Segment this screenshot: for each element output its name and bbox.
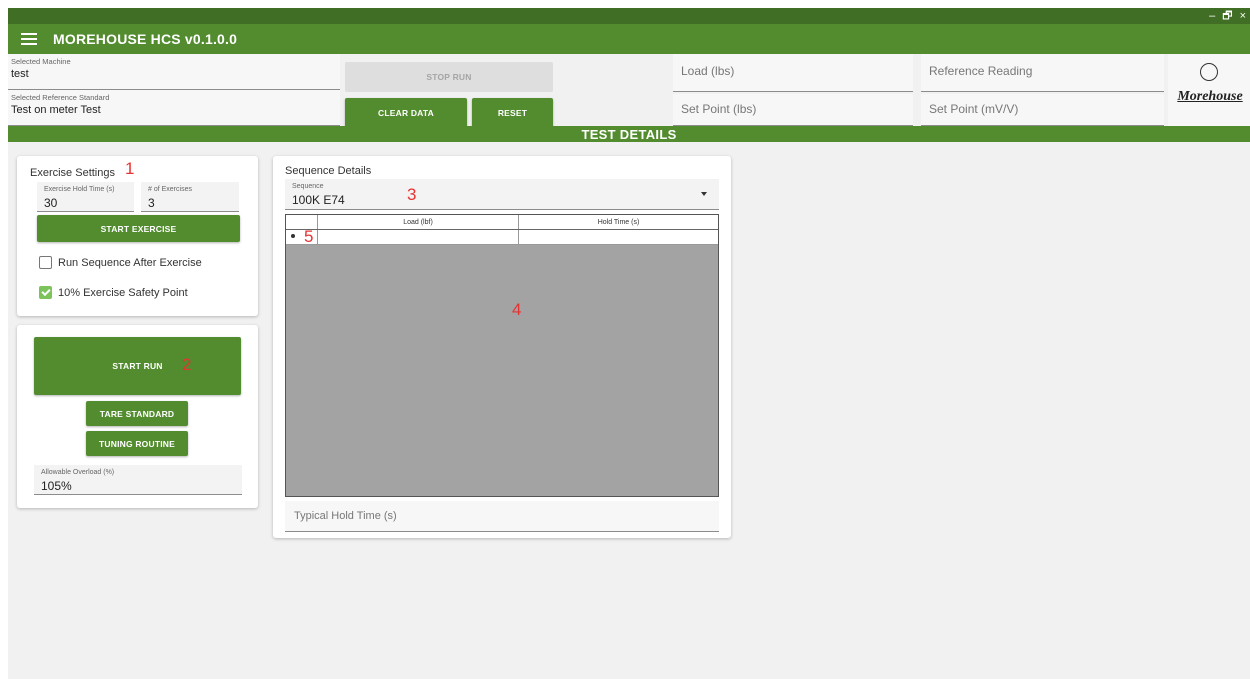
exercise-settings-card: Exercise Settings 1 Exercise Hold Time (… — [17, 156, 258, 316]
selected-reference-label: Selected Reference Standard — [11, 93, 110, 102]
selected-reference-field[interactable]: Selected Reference Standard Test on mete… — [8, 90, 340, 126]
annotation-2: 2 — [182, 355, 192, 374]
load-placeholder: Load (lbs) — [681, 64, 735, 78]
grid-header-load[interactable]: Load (lbf) — [318, 215, 519, 229]
typical-hold-time-placeholder: Typical Hold Time (s) — [294, 510, 397, 522]
row-indicator-icon — [291, 234, 295, 238]
selected-machine-field[interactable]: Selected Machine test — [8, 54, 340, 90]
sequence-details-title: Sequence Details — [285, 165, 372, 177]
dropdown-arrow-icon[interactable] — [701, 192, 707, 196]
annotation-4: 4 — [512, 300, 522, 319]
run-controls-card: START RUN 2 TARE STANDARD TUNING ROUTINE… — [17, 325, 258, 508]
minimize-icon[interactable]: – — [1209, 10, 1215, 22]
load-field: Load (lbs) — [673, 54, 913, 92]
header-status-panel: Selected Machine test Selected Reference… — [8, 54, 1250, 128]
exercise-settings-title: Exercise Settings — [30, 167, 115, 179]
typical-hold-time-field[interactable]: Typical Hold Time (s) — [285, 501, 719, 532]
clear-data-button[interactable]: CLEAR DATA — [345, 98, 467, 128]
logo-text: Morehouse — [1177, 89, 1243, 104]
stop-run-button[interactable]: STOP RUN — [345, 62, 553, 92]
selected-machine-label: Selected Machine — [11, 57, 71, 66]
safety-point-label: 10% Exercise Safety Point — [58, 286, 188, 299]
grid-cell-hold-time[interactable] — [519, 230, 718, 244]
allowable-overload-label: Allowable Overload (%) — [41, 469, 115, 476]
safety-point-checkbox[interactable] — [39, 286, 52, 299]
app-title: MOREHOUSE HCS v0.1.0.0 — [53, 31, 238, 47]
grid-cell-load[interactable] — [318, 230, 519, 244]
start-run-button[interactable]: START RUN — [34, 337, 241, 395]
annotation-1: 1 — [125, 159, 135, 178]
num-exercises-field[interactable]: # of Exercises 3 — [141, 182, 239, 212]
sequence-grid[interactable]: Load (lbf) Hold Time (s) 5 4 — [285, 214, 719, 497]
start-exercise-button[interactable]: START EXERCISE — [37, 215, 240, 242]
exercise-hold-time-value: 30 — [44, 196, 58, 210]
close-icon[interactable]: × — [1240, 10, 1246, 22]
section-header: TEST DETAILS — [8, 126, 1250, 142]
run-sequence-after-row: Run Sequence After Exercise — [39, 256, 202, 269]
annotation-5: 5 — [304, 227, 314, 246]
exercise-hold-time-field[interactable]: Exercise Hold Time (s) 30 — [37, 182, 134, 212]
allowable-overload-field[interactable]: Allowable Overload (%) 105% — [34, 465, 242, 495]
allowable-overload-value: 105% — [41, 479, 72, 493]
section-title: TEST DETAILS — [581, 126, 677, 142]
tare-standard-button[interactable]: TARE STANDARD — [86, 401, 188, 426]
set-point-lbs-placeholder: Set Point (lbs) — [681, 102, 757, 116]
sequence-details-card: Sequence Details Sequence 100K E74 3 Loa… — [273, 156, 731, 538]
run-sequence-after-label: Run Sequence After Exercise — [58, 256, 202, 269]
tuning-routine-button[interactable]: TUNING ROUTINE — [86, 431, 188, 456]
morehouse-logo: Morehouse — [1168, 54, 1250, 126]
set-point-lbs-field: Set Point (lbs) — [673, 94, 913, 126]
app-bar: MOREHOUSE HCS v0.1.0.0 — [8, 24, 1250, 54]
selected-reference-value: Test on meter Test — [11, 104, 101, 116]
grid-header-hold-time[interactable]: Hold Time (s) — [519, 215, 718, 229]
table-row[interactable] — [286, 230, 718, 245]
sequence-select-value: 100K E74 — [292, 193, 345, 207]
set-point-mvv-field: Set Point (mV/V) — [921, 94, 1164, 126]
sequence-select[interactable]: Sequence 100K E74 — [285, 179, 719, 210]
selected-machine-value: test — [11, 68, 29, 80]
hamburger-menu-icon[interactable] — [21, 33, 37, 45]
app-window: – 🗗 × MOREHOUSE HCS v0.1.0.0 Selected Ma… — [8, 8, 1250, 679]
logo-emblem-icon — [1200, 63, 1218, 81]
reference-reading-field: Reference Reading — [921, 54, 1164, 92]
sequence-select-label: Sequence — [292, 183, 324, 190]
title-bar: – 🗗 × — [8, 8, 1250, 24]
set-point-mvv-placeholder: Set Point (mV/V) — [929, 102, 1019, 116]
num-exercises-value: 3 — [148, 196, 155, 210]
annotation-3: 3 — [407, 185, 417, 204]
window-controls: – 🗗 × — [1209, 8, 1246, 24]
restore-icon[interactable]: 🗗 — [1222, 8, 1232, 26]
safety-point-row: 10% Exercise Safety Point — [39, 286, 188, 299]
num-exercises-label: # of Exercises — [148, 186, 192, 193]
exercise-hold-time-label: Exercise Hold Time (s) — [44, 186, 115, 193]
grid-header-row: Load (lbf) Hold Time (s) — [286, 215, 718, 230]
reset-button[interactable]: RESET — [472, 98, 553, 128]
run-sequence-after-checkbox[interactable] — [39, 256, 52, 269]
reference-reading-placeholder: Reference Reading — [929, 64, 1033, 78]
